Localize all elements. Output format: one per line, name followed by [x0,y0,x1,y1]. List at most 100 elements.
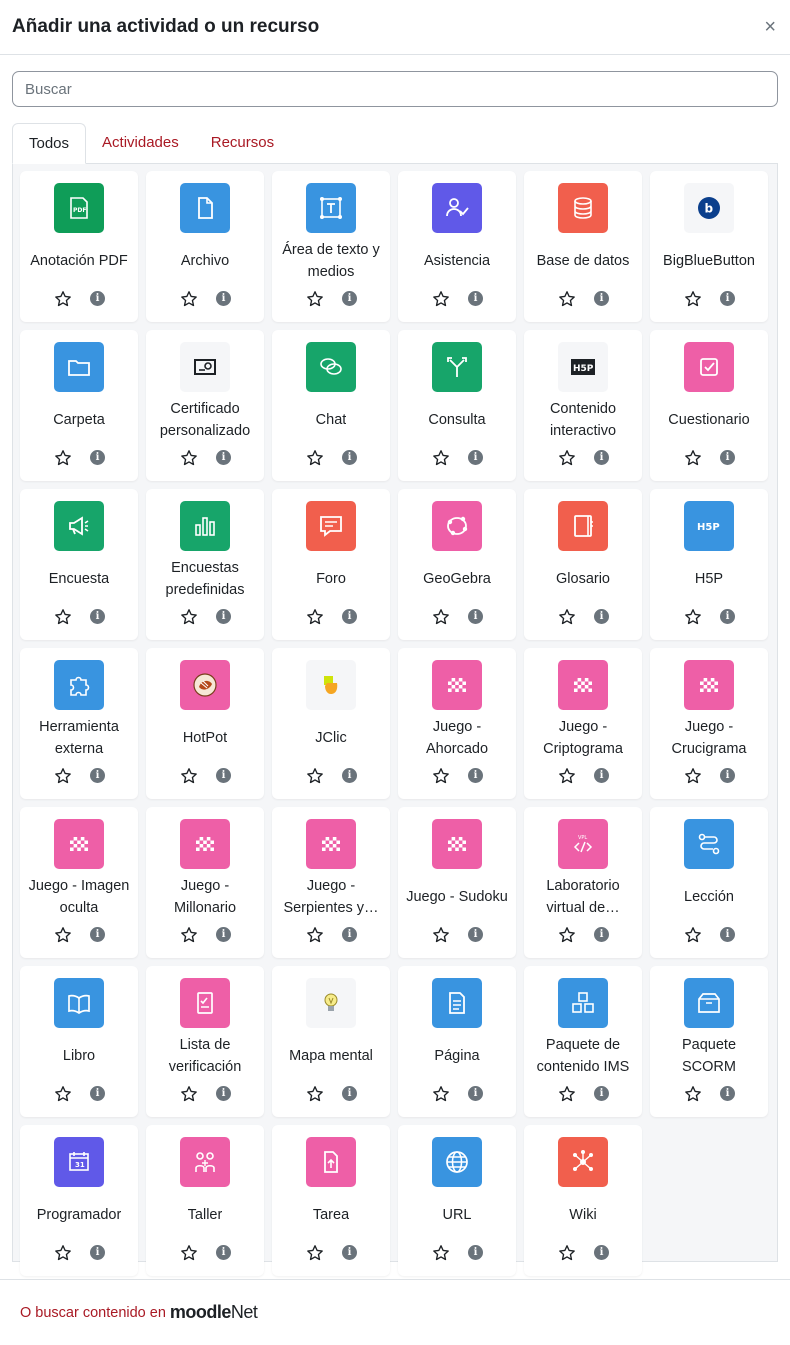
info-icon[interactable]: i [342,1245,357,1260]
info-icon[interactable]: i [468,609,483,624]
module-card[interactable]: Área de texto y medios i [272,171,390,322]
star-icon[interactable] [557,607,577,627]
star-icon[interactable] [53,766,73,786]
module-card[interactable]: Glosario i [524,489,642,640]
module-card[interactable]: Foro i [272,489,390,640]
info-icon[interactable]: i [90,1245,105,1260]
module-card[interactable]: URL i [398,1125,516,1276]
info-icon[interactable]: i [90,927,105,942]
star-icon[interactable] [431,925,451,945]
info-icon[interactable]: i [342,768,357,783]
info-icon[interactable]: i [594,1245,609,1260]
info-icon[interactable]: i [468,768,483,783]
module-card[interactable]: Juego - Ahorcado i [398,648,516,799]
info-icon[interactable]: i [90,291,105,306]
module-card[interactable]: Chat i [272,330,390,481]
star-icon[interactable] [431,448,451,468]
star-icon[interactable] [683,1084,703,1104]
info-icon[interactable]: i [468,927,483,942]
star-icon[interactable] [305,925,325,945]
module-card[interactable]: Archivo i [146,171,264,322]
module-card[interactable]: Lista de verificación i [146,966,264,1117]
module-card[interactable]: HotPot i [146,648,264,799]
info-icon[interactable]: i [594,927,609,942]
star-icon[interactable] [557,448,577,468]
info-icon[interactable]: i [720,609,735,624]
module-card[interactable]: Página i [398,966,516,1117]
module-card[interactable]: Asistencia i [398,171,516,322]
info-icon[interactable]: i [216,927,231,942]
moodlenet-link[interactable]: O buscar contenido en [20,1305,166,1321]
info-icon[interactable]: i [342,291,357,306]
star-icon[interactable] [431,289,451,309]
star-icon[interactable] [53,1084,73,1104]
star-icon[interactable] [431,1084,451,1104]
module-card[interactable]: Juego - Imagen oculta i [20,807,138,958]
star-icon[interactable] [179,1084,199,1104]
info-icon[interactable]: i [216,609,231,624]
info-icon[interactable]: i [342,450,357,465]
info-icon[interactable]: i [720,450,735,465]
info-icon[interactable]: i [468,450,483,465]
tab-todos[interactable]: Todos [12,123,87,164]
info-icon[interactable]: i [468,291,483,306]
star-icon[interactable] [557,925,577,945]
info-icon[interactable]: i [594,291,609,306]
star-icon[interactable] [683,289,703,309]
tab-recursos[interactable]: Recursos [195,123,290,164]
module-card[interactable]: H5P Contenido interactivo i [524,330,642,481]
module-card[interactable]: Mapa mental i [272,966,390,1117]
star-icon[interactable] [179,448,199,468]
info-icon[interactable]: i [90,609,105,624]
star-icon[interactable] [683,607,703,627]
star-icon[interactable] [305,766,325,786]
module-card[interactable]: Certificado personalizado i [146,330,264,481]
star-icon[interactable] [305,1243,325,1263]
star-icon[interactable] [431,766,451,786]
module-card[interactable]: VPL Laboratorio virtual de… i [524,807,642,958]
info-icon[interactable]: i [216,1245,231,1260]
info-icon[interactable]: i [90,450,105,465]
star-icon[interactable] [431,607,451,627]
search-input[interactable] [12,71,778,107]
star-icon[interactable] [179,1243,199,1263]
star-icon[interactable] [179,289,199,309]
module-card[interactable]: Encuesta i [20,489,138,640]
star-icon[interactable] [683,448,703,468]
star-icon[interactable] [53,607,73,627]
module-card[interactable]: Juego - Criptograma i [524,648,642,799]
info-icon[interactable]: i [90,768,105,783]
info-icon[interactable]: i [720,1086,735,1101]
tab-actividades[interactable]: Actividades [86,123,195,164]
star-icon[interactable] [53,289,73,309]
module-card[interactable]: Libro i [20,966,138,1117]
module-card[interactable]: GeoGebra i [398,489,516,640]
star-icon[interactable] [305,607,325,627]
module-card[interactable]: Paquete SCORM i [650,966,768,1117]
module-card[interactable]: Tarea i [272,1125,390,1276]
star-icon[interactable] [557,1243,577,1263]
star-icon[interactable] [431,1243,451,1263]
module-card[interactable]: Carpeta i [20,330,138,481]
close-icon[interactable]: × [764,17,776,37]
star-icon[interactable] [179,607,199,627]
info-icon[interactable]: i [216,768,231,783]
module-card[interactable]: Herramienta externa i [20,648,138,799]
star-icon[interactable] [305,289,325,309]
info-icon[interactable]: i [720,927,735,942]
module-card[interactable]: Consulta i [398,330,516,481]
star-icon[interactable] [557,1084,577,1104]
module-card[interactable]: Juego - Serpientes y… i [272,807,390,958]
info-icon[interactable]: i [594,768,609,783]
module-card[interactable]: H5P H5P i [650,489,768,640]
module-card[interactable]: Juego - Millonario i [146,807,264,958]
info-icon[interactable]: i [720,768,735,783]
module-card[interactable]: JClic i [272,648,390,799]
star-icon[interactable] [557,766,577,786]
module-card[interactable]: Lección i [650,807,768,958]
info-icon[interactable]: i [594,1086,609,1101]
module-card[interactable]: Cuestionario i [650,330,768,481]
info-icon[interactable]: i [468,1245,483,1260]
info-icon[interactable]: i [468,1086,483,1101]
info-icon[interactable]: i [342,609,357,624]
